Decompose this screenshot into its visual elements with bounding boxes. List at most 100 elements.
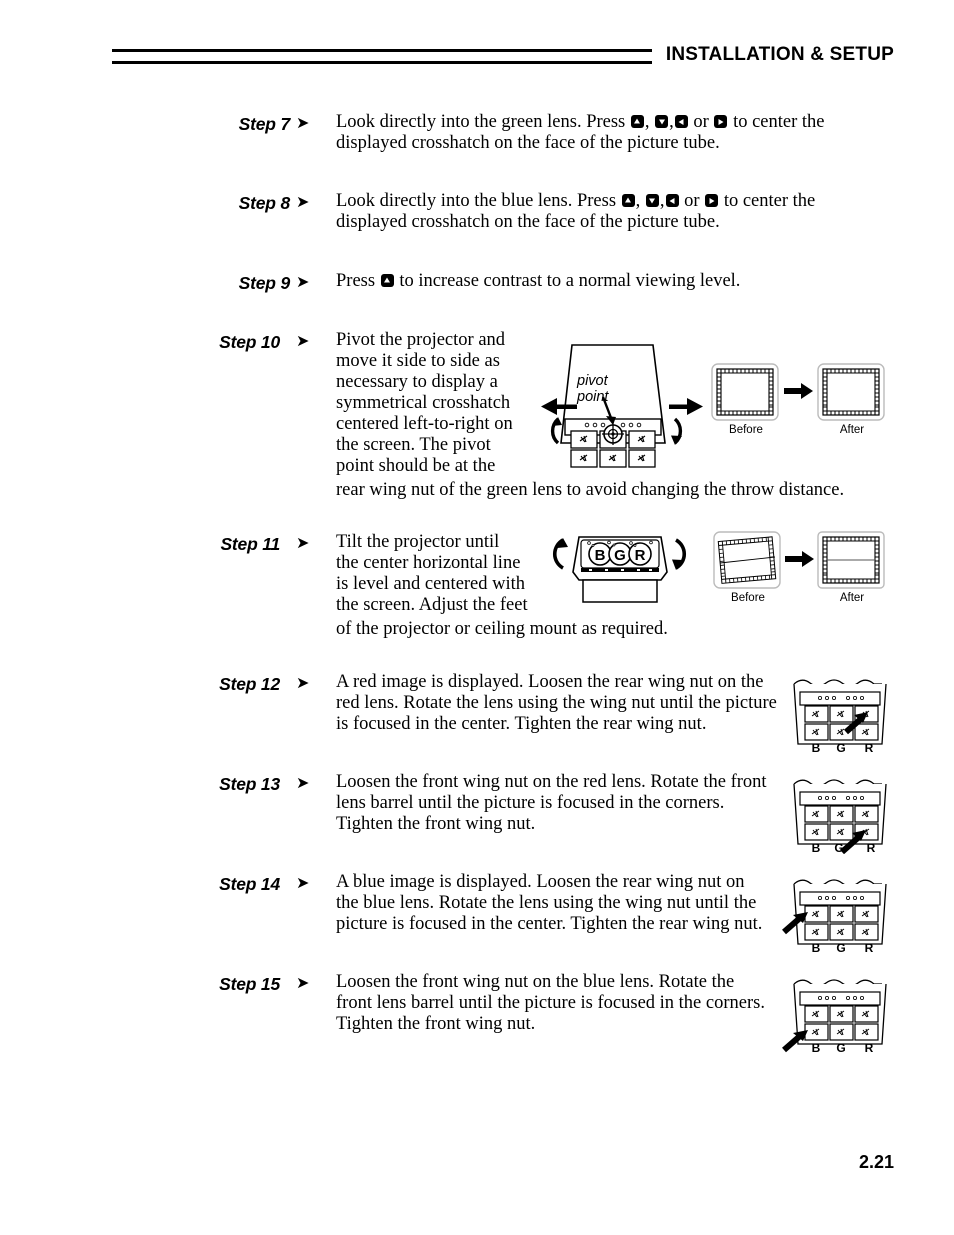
lens-label-r: R (865, 941, 874, 954)
step-label-7: Step 7 (238, 114, 291, 134)
figure-lens-nuts-15: B G R (780, 970, 896, 1054)
left-arrow-key-icon (665, 194, 679, 207)
step-text-15: Loosen the front wing nut on the blue le… (336, 972, 796, 1035)
before-screen-10: Before (710, 362, 782, 436)
step15-line-1: Loosen the front wing nut on the blue le… (336, 972, 735, 992)
step12-line-2: red lens. Rotate the lens using the wing… (336, 693, 777, 713)
up-arrow-key-icon (630, 115, 644, 128)
transition-arrow-icon (784, 550, 816, 568)
figure-lens-nuts-14: B G R (780, 870, 896, 954)
step-label-8: Step 8 (238, 193, 291, 213)
down-arrow-key-icon (645, 194, 659, 207)
lens-label-b: B (595, 547, 606, 564)
step15-line-2: front lens barrel until the picture is f… (336, 993, 765, 1013)
lens-label-b: B (812, 741, 821, 754)
rotate-right-arc-icon (672, 538, 686, 570)
lens-label-r: R (867, 841, 876, 854)
lens-label-r: R (865, 1041, 874, 1054)
up-arrow-key-icon (380, 274, 394, 287)
after-screen-10: After (816, 362, 888, 436)
before-screen-11: Before (712, 530, 784, 604)
header-double-rule (112, 48, 652, 64)
step-label-11: Step 11 (220, 534, 280, 554)
step11-line-3: is level and centered with (336, 574, 526, 594)
page-number: 2.21 (858, 1152, 894, 1172)
step-text-11: Tilt the projector until the center hori… (336, 532, 541, 616)
down-arrow-key-icon (655, 115, 669, 128)
before-caption-11: Before (731, 592, 765, 604)
step-label-9: Step 9 (238, 273, 291, 293)
step-text-12: A red image is displayed. Loosen the rea… (336, 672, 796, 735)
step15-line-3: Tighten the front wing nut. (336, 1014, 536, 1034)
step-text-7: Look directly into the green lens. Press… (336, 112, 836, 154)
step10-line-3: necessary to display a (336, 372, 498, 392)
left-arrow-key-icon (674, 115, 688, 128)
lens-label-r: R (635, 547, 646, 564)
step-label-15: Step 15 (219, 974, 280, 994)
step-bullet-arrow-icon: ➤ (296, 274, 310, 291)
step12-line-1: A red image is displayed. Loosen the rea… (336, 672, 764, 692)
lens-label-r: R (865, 741, 874, 754)
after-screen-11: After (816, 530, 888, 604)
step-bullet-arrow-icon: ➤ (296, 975, 310, 992)
step10-line-4: symmetrical crosshatch (336, 393, 511, 413)
step7-sep2: , (669, 112, 674, 132)
step11-line-4: the screen. Adjust the feet (336, 595, 528, 615)
step10-line-7: point should be at the (336, 456, 496, 476)
step10-closing-line: rear wing nut of the green lens to avoid… (336, 480, 845, 500)
before-caption-10: Before (729, 424, 763, 436)
figure-pivot-projector: pivot point (525, 335, 710, 470)
step-bullet-arrow-icon: ➤ (296, 875, 310, 892)
pivot-point-label: pivot point (577, 373, 608, 405)
step10-line-5: centered left-to-right on (336, 414, 513, 434)
step14-line-1: A blue image is displayed. Loosen the re… (336, 872, 745, 892)
step-text-13: Loosen the front wing nut on the red len… (336, 772, 796, 835)
step-bullet-arrow-icon: ➤ (296, 333, 310, 350)
step10-line-6: the screen. The pivot (336, 435, 491, 455)
step7-sep1: , (644, 112, 655, 132)
page-header: INSTALLATION & SETUP (112, 44, 894, 66)
step-bullet-arrow-icon: ➤ (296, 535, 310, 552)
step-bullet-arrow-icon: ➤ (296, 115, 310, 132)
step12-line-3: is focused in the center. Tighten the re… (336, 714, 707, 734)
step11-line-2: the center horizontal line (336, 553, 521, 573)
step10-line-2: move it side to side as (336, 351, 500, 371)
step8-sep2: , (659, 191, 665, 211)
arrow-right-icon (669, 398, 703, 415)
step-text-14: A blue image is displayed. Loosen the re… (336, 872, 796, 935)
figure-lens-nuts-13: B G R (784, 770, 896, 854)
step-bullet-arrow-icon: ➤ (296, 194, 310, 211)
after-caption-10: After (839, 424, 865, 436)
step-bullet-arrow-icon: ➤ (296, 775, 310, 792)
lens-label-b: B (812, 841, 821, 854)
step-label-13: Step 13 (219, 774, 280, 794)
step10-line-1: Pivot the projector and (336, 330, 506, 350)
step14-line-3: picture is focused in the center. Tighte… (336, 914, 763, 934)
step7-sep3: or (688, 112, 714, 132)
figure-lens-nuts-12: B G R (784, 670, 896, 754)
up-arrow-key-icon (621, 194, 635, 207)
lens-label-g: G (834, 841, 843, 854)
step-bullet-arrow-icon: ➤ (296, 675, 310, 692)
step13-line-2: lens barrel until the picture is focused… (336, 793, 725, 813)
step11-closing-line: of the projector or ceiling mount as req… (336, 619, 668, 639)
rotate-right-arc-icon (671, 417, 683, 445)
rotate-left-arc-icon (550, 417, 562, 445)
step-label-14: Step 14 (219, 874, 280, 894)
pivot-label-line2: point (577, 389, 609, 405)
step8-sep1: , (635, 191, 645, 211)
step7-text-lead: Look directly into the green lens. Press (336, 112, 630, 132)
step-text-10: Pivot the projector and move it side to … (336, 330, 531, 477)
rotate-left-arc-icon (553, 538, 568, 570)
pivot-label-line1: pivot (577, 373, 608, 389)
step-text-9: Press to increase contrast to a normal v… (336, 271, 856, 292)
lens-label-g: G (614, 547, 626, 564)
step9-text-lead: Press (336, 271, 380, 291)
figure-before-after-tilt: Before After (712, 530, 888, 604)
step11-line-1: Tilt the projector until (336, 532, 500, 552)
lens-label-g: G (836, 941, 845, 954)
step-text-8: Look directly into the blue lens. Press … (336, 191, 831, 233)
right-arrow-key-icon (714, 115, 728, 128)
figure-tilt-projector: B G R (545, 528, 695, 608)
lens-label-b: B (812, 941, 821, 954)
